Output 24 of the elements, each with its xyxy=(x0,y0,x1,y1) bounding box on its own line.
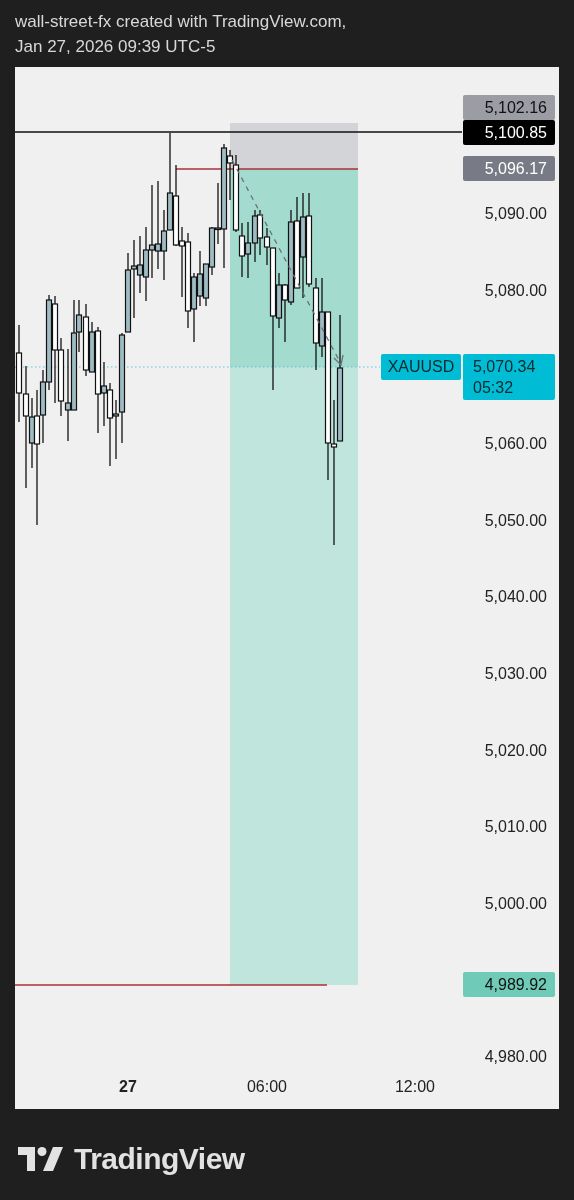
time-axis-label: 06:00 xyxy=(245,1078,288,1096)
time-axis-label: 27 xyxy=(118,1078,138,1096)
current-price: 5,070.34 xyxy=(473,357,537,377)
price-axis-label: 5,060.00 xyxy=(483,434,547,454)
brand-name: TradingView xyxy=(74,1142,245,1176)
price-axis-label: 5,000.00 xyxy=(483,894,547,914)
price-axis-label: 4,980.00 xyxy=(483,1047,547,1068)
price-axis-label: 5,090.00 xyxy=(483,204,547,224)
logo-icon xyxy=(18,1147,64,1171)
price-axis-label: 5,030.00 xyxy=(483,664,547,684)
price-axis-label: 5,080.00 xyxy=(483,280,547,301)
price-tag: 5,100.85 xyxy=(463,120,555,145)
price-axis-label: 5,050.00 xyxy=(483,510,547,531)
caption-line: wall-street-fx created with TradingView.com, xyxy=(15,11,348,33)
time-axis-label: 12:00 xyxy=(393,1078,436,1096)
price-tag: 5,102.16 xyxy=(463,95,555,120)
price-tag: 5,096.17 xyxy=(463,156,555,181)
price-axis-label: 5,010.00 xyxy=(483,817,547,838)
caption-line: Jan 27, 2026 09:39 UTC-5 xyxy=(15,36,217,58)
price-axis-label: 5,040.00 xyxy=(483,587,547,608)
bar-countdown: 05:32 xyxy=(473,378,515,398)
price-tag: 4,989.92 xyxy=(463,972,555,997)
symbol-tag: XAUUSD xyxy=(381,354,461,380)
price-axis-label: 5,020.00 xyxy=(483,740,547,761)
